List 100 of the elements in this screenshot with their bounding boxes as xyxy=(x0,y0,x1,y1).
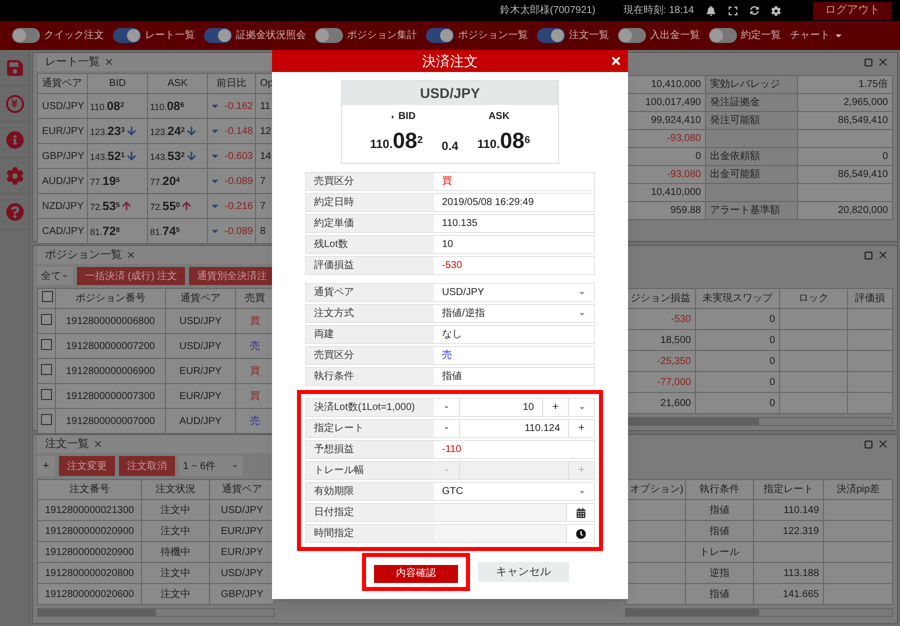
maximize-icon[interactable] xyxy=(864,440,873,448)
column-header[interactable]: 注文番号 xyxy=(38,480,142,500)
range-dropdown[interactable]: 1 ~ 6件 xyxy=(179,456,243,476)
checkbox[interactable] xyxy=(41,314,52,325)
settings-icon[interactable] xyxy=(771,6,781,16)
chart-menu[interactable]: チャート xyxy=(790,28,843,43)
toggle-switch[interactable]: 証拠金状況照会 xyxy=(204,28,306,43)
close-icon[interactable] xyxy=(877,56,889,68)
panel-tab[interactable]: 注文一覧 xyxy=(37,435,275,453)
field-label: 両建 xyxy=(306,326,434,343)
checkbox[interactable] xyxy=(41,339,52,350)
column-header[interactable]: ASK xyxy=(148,74,208,94)
change-value: -0.162 xyxy=(224,100,253,114)
checkbox[interactable] xyxy=(41,389,52,400)
table-cell: トレール xyxy=(686,542,754,562)
caret-icon xyxy=(61,272,69,280)
info-icon[interactable] xyxy=(6,130,24,148)
table-cell: 出金可能額 xyxy=(706,166,798,184)
table-cell: 0 xyxy=(696,372,780,392)
price-text: 123.24$^{2}$ xyxy=(150,123,185,140)
column-header[interactable]: 注文状況 xyxy=(142,480,210,500)
table-cell: 1912800000020600 xyxy=(38,584,142,604)
table-cell: 発注証拠金 xyxy=(706,94,798,112)
refresh-icon[interactable] xyxy=(750,6,759,15)
field-label: 売買区分 xyxy=(306,347,434,364)
toggle-switch[interactable]: 約定一覧 xyxy=(709,28,781,43)
toggle-switch[interactable]: 入出金一覧 xyxy=(618,28,700,43)
fullscreen-icon[interactable] xyxy=(728,6,738,16)
horizontal-scrollbar[interactable] xyxy=(625,608,893,617)
column-header[interactable]: 決済pip差 xyxy=(824,480,892,500)
panel-tab[interactable]: レート一覧 xyxy=(37,53,275,71)
table-cell: 110.149 xyxy=(754,500,824,520)
change-value: -0.603 xyxy=(224,150,253,164)
column-header[interactable]: BID xyxy=(88,74,148,94)
table-cell: USD/JPY xyxy=(166,308,236,334)
price-text: 72.53$^{5}$ xyxy=(90,198,120,215)
close-icon[interactable] xyxy=(877,438,889,450)
price-text: 110.08$^{2}$ xyxy=(90,98,124,115)
panel-tab[interactable]: ポジション一覧 xyxy=(37,246,275,264)
table-cell: 1912800000020900 xyxy=(38,542,142,562)
bell-icon[interactable] xyxy=(706,6,716,16)
close-icon[interactable] xyxy=(126,250,136,260)
toggle-switch[interactable]: 注文一覧 xyxy=(537,28,609,43)
action-button[interactable]: 一括決済 (成行) 注文 xyxy=(77,267,186,285)
close-icon[interactable] xyxy=(104,57,114,67)
save-icon[interactable] xyxy=(6,58,24,76)
confirm-button[interactable]: 内容確認 xyxy=(374,564,458,582)
price-text: 143.53$^{2}$ xyxy=(150,148,185,165)
table-cell: 指値 xyxy=(686,584,754,604)
table-cell: 0 xyxy=(696,308,780,330)
table-cell: 実効レバレッジ xyxy=(706,76,798,94)
price-text: 123.23$^{3}$ xyxy=(90,123,125,140)
table-cell: 1912800000006800 xyxy=(56,308,166,334)
cancel-button[interactable]: キャンセル xyxy=(478,562,569,582)
column-header[interactable]: 通貨ペア xyxy=(166,288,236,308)
checkbox[interactable] xyxy=(41,414,52,425)
maximize-icon[interactable] xyxy=(864,58,873,66)
toggle-switch[interactable]: クイック注文 xyxy=(12,28,104,43)
table-cell: 指値 xyxy=(686,520,754,542)
horizontal-scrollbar[interactable] xyxy=(625,417,893,426)
price-text: 72.55$^{0}$ xyxy=(150,198,180,215)
price-text: 110.08$^{6}$ xyxy=(477,127,530,155)
toggle-switch[interactable]: ポジション一覧 xyxy=(426,28,528,43)
column-header[interactable]: 執行条件 xyxy=(686,480,754,500)
column-header[interactable]: ポジション番号 xyxy=(56,288,166,308)
help-icon[interactable] xyxy=(6,202,24,220)
close-icon[interactable] xyxy=(877,249,889,261)
field-label: 執行条件 xyxy=(306,368,434,385)
close-icon[interactable] xyxy=(93,439,103,449)
caret-icon xyxy=(231,462,239,470)
column-header[interactable]: 前日比 xyxy=(208,74,256,94)
column-header[interactable]: 通貨ペア xyxy=(38,74,88,94)
column-header[interactable]: 指定レート xyxy=(754,480,824,500)
field-label: 約定日時 xyxy=(306,194,434,211)
table-cell: NZD/JPY xyxy=(38,194,88,218)
table-cell: 発注可能額 xyxy=(706,112,798,130)
action-button[interactable]: 注文取消 xyxy=(119,456,175,476)
action-button[interactable]: 注文変更 xyxy=(59,456,115,476)
add-button[interactable]: + xyxy=(37,456,55,476)
toggle-switch[interactable]: ポジション集計 xyxy=(315,28,417,43)
yen-icon[interactable] xyxy=(6,94,24,112)
toggle-switch[interactable]: レート一覧 xyxy=(113,28,195,43)
maximize-icon[interactable] xyxy=(864,250,873,260)
pair-title: USD/JPY xyxy=(342,81,558,105)
table-cell: 1912800000020900 xyxy=(38,520,142,542)
horizontal-scrollbar[interactable] xyxy=(37,608,275,617)
close-icon[interactable] xyxy=(610,55,622,67)
checkbox[interactable] xyxy=(42,290,53,302)
checkbox[interactable] xyxy=(41,364,52,375)
table-cell: 出金依頼額 xyxy=(706,148,798,166)
table-cell: 1912800000006900 xyxy=(56,358,166,384)
table-cell: 0 xyxy=(696,350,780,372)
bid-label: BID xyxy=(398,110,416,124)
field-label: 約定単価 xyxy=(306,215,434,232)
column-header[interactable]: 評価損 xyxy=(848,288,892,308)
logout-button[interactable]: ログアウト xyxy=(813,2,892,20)
column-header[interactable]: ロック xyxy=(780,288,848,308)
table-cell: AUD/JPY xyxy=(38,168,88,194)
filter-dropdown[interactable]: 全て xyxy=(37,267,73,285)
column-header[interactable]: 未実現スワップ xyxy=(696,288,780,308)
